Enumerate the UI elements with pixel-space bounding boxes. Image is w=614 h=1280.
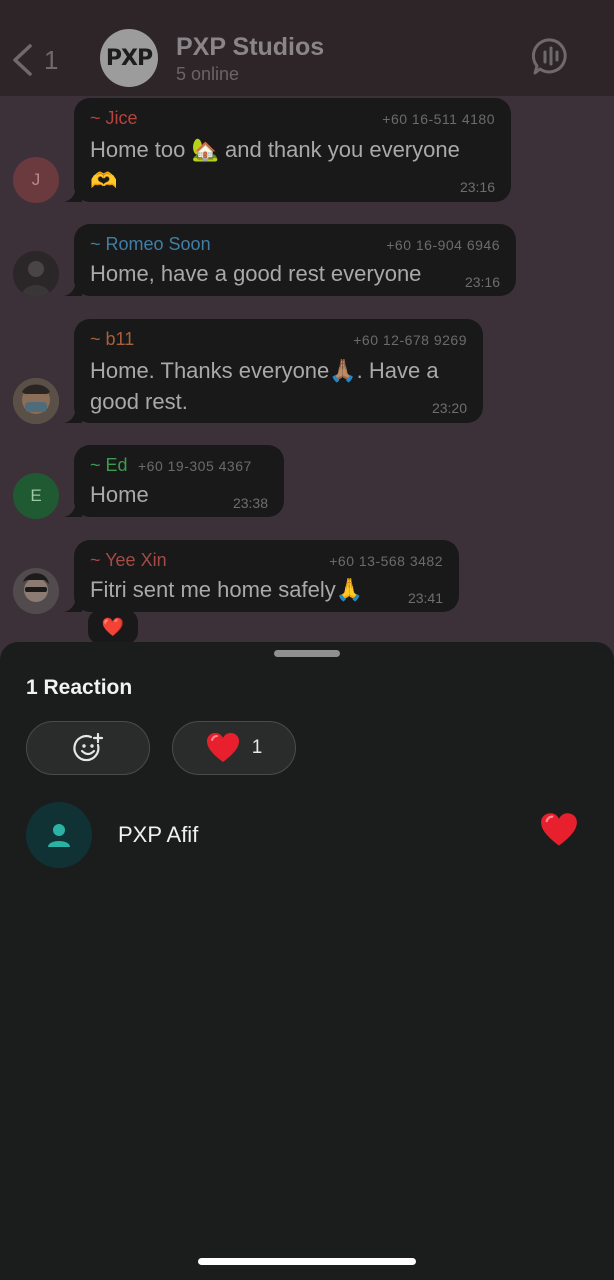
- avatar[interactable]: J: [13, 157, 59, 203]
- sender-name[interactable]: ~ Jice: [90, 108, 138, 129]
- avatar-letter: E: [30, 486, 42, 505]
- sender-phone: +60 12-678 9269: [353, 332, 467, 348]
- message-text: Fitri sent me home safely🙏: [90, 577, 364, 602]
- message-text: Home: [90, 482, 149, 507]
- sender-phone: +60 16-904 6946: [386, 237, 500, 253]
- reactor-name: PXP Afif: [118, 822, 199, 847]
- user-photo: [13, 378, 59, 424]
- bubble-tail: [64, 499, 82, 517]
- user-photo: [13, 568, 59, 614]
- message-time: 23:20: [431, 400, 467, 416]
- reactions-sheet: 1 Reaction 1 PXP Afif: [0, 642, 614, 1280]
- voice-chat-icon: [531, 38, 567, 75]
- heart-emoji: ❤️: [101, 616, 125, 637]
- message-text: Home, have a good rest everyone: [90, 261, 422, 286]
- sender-name[interactable]: ~ Yee Xin: [90, 550, 167, 571]
- add-reaction-button[interactable]: [26, 721, 150, 775]
- user-icon: [48, 824, 70, 847]
- heart-icon: [206, 733, 239, 762]
- reactor-emoji: [540, 812, 584, 856]
- message-text: Home. Thanks everyone🙏🏽. Have a: [90, 358, 439, 383]
- back-button[interactable]: 1: [10, 38, 70, 82]
- avatar[interactable]: [13, 251, 59, 297]
- drag-handle[interactable]: [274, 650, 340, 657]
- avatar[interactable]: [13, 568, 59, 614]
- group-avatar[interactable]: PXP: [100, 29, 158, 87]
- message-time: 23:16: [459, 179, 495, 195]
- reaction-count: 1: [251, 737, 263, 758]
- reactions-title: 1 Reaction: [26, 676, 133, 699]
- online-status: 5 online: [176, 64, 240, 84]
- user-photo: [13, 251, 59, 297]
- message-time: 23:41: [407, 590, 443, 606]
- reactor-row[interactable]: PXP Afif: [0, 800, 614, 870]
- avatar[interactable]: [13, 378, 59, 424]
- message-text: 🫶: [90, 168, 118, 193]
- chat-messages[interactable]: J ~ Jice +60 16-511 4180 Home too 🏡 and …: [0, 96, 614, 644]
- avatar-letter: J: [31, 170, 41, 189]
- bubble-tail: [64, 594, 82, 612]
- sender-name[interactable]: ~ b11: [90, 329, 134, 350]
- unread-count: 1: [44, 44, 59, 75]
- bubble-tail: [64, 184, 82, 202]
- avatar[interactable]: E: [13, 473, 59, 519]
- message-text: Home too 🏡 and thank you everyone: [90, 137, 460, 162]
- message-reaction[interactable]: ❤️: [88, 610, 138, 644]
- message-bubble[interactable]: ~ Jice +60 16-511 4180 Home too 🏡 and th…: [64, 98, 511, 202]
- message-bubble[interactable]: ~ Yee Xin +60 13-568 3482 Fitri sent me …: [64, 540, 459, 612]
- bubble-tail: [64, 278, 82, 296]
- message-time: 23:38: [232, 495, 268, 511]
- heart-reaction-filter[interactable]: 1: [172, 721, 296, 775]
- sender-name[interactable]: ~ Ed: [90, 455, 128, 476]
- sender-phone: +60 19-305 4367: [138, 458, 252, 474]
- avatar: [26, 802, 92, 868]
- heart-icon: [541, 813, 577, 846]
- message-time: 23:16: [464, 274, 500, 290]
- chat-header: 1 PXP PXP Studios 5 online: [0, 0, 614, 96]
- sender-name[interactable]: ~ Romeo Soon: [90, 234, 211, 255]
- message-bubble[interactable]: ~ Romeo Soon +60 16-904 6946 Home, have …: [64, 224, 516, 296]
- message-text: good rest.: [90, 389, 188, 414]
- bubble-tail: [64, 405, 82, 423]
- emoji-add-icon: [73, 732, 104, 762]
- message-bubble[interactable]: ~ b11 +60 12-678 9269 Home. Thanks every…: [64, 319, 483, 423]
- home-indicator[interactable]: [198, 1258, 416, 1265]
- sender-phone: +60 16-511 4180: [382, 111, 495, 127]
- message-bubble[interactable]: ~ Ed +60 19-305 4367 Home 23:38: [64, 445, 284, 517]
- voice-chat-button[interactable]: [530, 36, 572, 78]
- group-avatar-logo: PXP: [105, 45, 153, 71]
- chevron-left-icon: [13, 44, 32, 76]
- group-title[interactable]: PXP Studios: [176, 33, 324, 62]
- sender-phone: +60 13-568 3482: [329, 553, 443, 569]
